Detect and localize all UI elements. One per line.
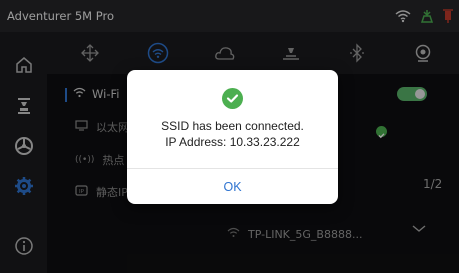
connected-dialog: SSID has been connected. IP Address: 10.… xyxy=(127,70,338,204)
dialog-line-ssid: SSID has been connected. xyxy=(161,119,304,133)
dialog-line-ip: IP Address: 10.33.23.222 xyxy=(165,135,300,149)
success-check-icon xyxy=(222,88,243,109)
ok-button[interactable]: OK xyxy=(127,169,338,204)
dialog-message: SSID has been connected. IP Address: 10.… xyxy=(127,118,338,150)
